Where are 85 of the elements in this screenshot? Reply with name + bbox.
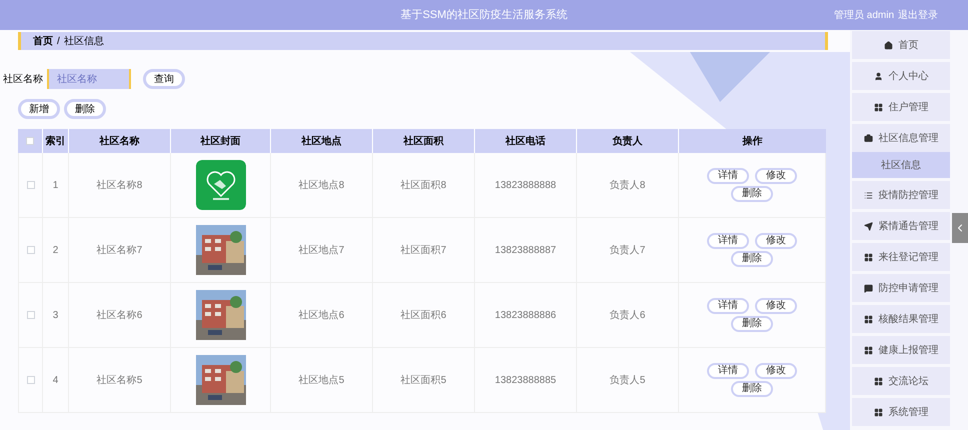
table-cell-text: 社区名称5: [96, 374, 142, 388]
edit-button[interactable]: 修改: [755, 168, 797, 184]
column-header: 社区封面: [200, 134, 240, 148]
table-cell-text: 13823888885: [494, 374, 556, 388]
paper-plane-icon: [864, 222, 872, 230]
sidebar-item[interactable]: 个人中心: [852, 62, 950, 90]
row-checkbox[interactable]: [26, 376, 34, 384]
column-header: 社区地点: [302, 134, 342, 148]
delete-button[interactable]: 删除: [731, 316, 773, 332]
search-button[interactable]: 查询: [143, 69, 185, 89]
breadcrumb-link[interactable]: 首页: [33, 34, 53, 48]
sidebar-item[interactable]: 社区信息管理: [852, 124, 950, 152]
grid-icon: [874, 376, 882, 386]
table-cell-text: 负责人5: [610, 374, 646, 388]
details-button[interactable]: 详情: [707, 168, 749, 184]
table-cell-text: 社区地点5: [298, 374, 344, 388]
edit-button[interactable]: 修改: [755, 233, 797, 249]
table-cell-text: 3: [52, 308, 58, 322]
select-all-checkbox[interactable]: [26, 137, 34, 145]
briefcase-icon: [864, 134, 872, 142]
sidebar-item[interactable]: 住户管理: [852, 93, 950, 121]
table-cell-text: 社区名称6: [96, 308, 142, 322]
table-cell-text: 13823888886: [494, 308, 556, 322]
table-cell-text: 1: [52, 178, 58, 192]
breadcrumb-separator: /: [57, 34, 60, 48]
sidebar-subitem[interactable]: 社区信息: [852, 152, 950, 178]
app-title: 基于SSM的社区防疫生活服务系统: [400, 8, 568, 21]
table-cell-text: 社区地点7: [298, 244, 344, 258]
row-checkbox[interactable]: [26, 181, 34, 189]
row-checkbox[interactable]: [26, 246, 34, 254]
edit-button[interactable]: 修改: [755, 298, 797, 314]
table-cell-text: 负责人8: [610, 178, 646, 192]
search-field[interactable]: 社区名称: [47, 69, 131, 89]
list-icon: [864, 190, 872, 200]
column-header: 社区电话: [506, 134, 546, 148]
sidebar-item[interactable]: 疫情防控管理: [852, 181, 950, 209]
grid-icon: [864, 346, 872, 354]
grid-icon: [874, 408, 882, 416]
details-button[interactable]: 详情: [707, 298, 749, 314]
table-cell-text: 负责人7: [610, 244, 646, 258]
sidebar-item[interactable]: 交流论坛: [852, 367, 950, 395]
user-icon: [874, 72, 882, 80]
table-cell-text: 社区面积6: [400, 308, 446, 322]
sidebar-item[interactable]: 紧情通告管理: [852, 212, 950, 240]
table-cell-text: 2: [52, 244, 58, 258]
grid-icon: [874, 102, 882, 112]
sidebar-item[interactable]: 核酸结果管理: [852, 305, 950, 333]
details-button[interactable]: 详情: [707, 363, 749, 379]
row-checkbox[interactable]: [26, 311, 34, 319]
table-cell-text: 社区地点6: [298, 308, 344, 322]
sidebar-item[interactable]: 来往登记管理: [852, 243, 950, 271]
delete-button[interactable]: 删除: [731, 251, 773, 267]
table-cell-text: 4: [52, 374, 58, 388]
edit-button[interactable]: 修改: [755, 363, 797, 379]
delete-button[interactable]: 删除: [64, 99, 106, 119]
column-header: 社区名称: [100, 134, 140, 148]
table-cell-text: 社区名称7: [96, 244, 142, 258]
breadcrumb-current: 社区信息: [64, 34, 104, 48]
home-icon: [884, 40, 892, 50]
table-cell-text: 社区面积7: [400, 244, 446, 258]
column-header: 社区面积: [404, 134, 444, 148]
table-cell-text: 社区面积5: [400, 374, 446, 388]
sidebar-item[interactable]: 首页: [852, 31, 950, 59]
table-cell-text: 社区名称8: [96, 178, 142, 192]
sidebar-item[interactable]: 系统管理: [852, 398, 950, 426]
user-label: 管理员 admin: [834, 8, 894, 22]
collapse-handle[interactable]: [952, 213, 968, 243]
sidebar-item[interactable]: 防控申请管理: [852, 274, 950, 302]
sidebar-item[interactable]: 健康上报管理: [852, 336, 950, 364]
delete-button[interactable]: 删除: [731, 381, 773, 397]
details-button[interactable]: 详情: [707, 233, 749, 249]
column-header: 操作: [742, 134, 762, 148]
table-cell-text: 社区地点8: [298, 178, 344, 192]
table-cell-text: 13823888887: [494, 244, 556, 258]
grid-icon: [864, 252, 872, 262]
search-label: 社区名称: [3, 72, 43, 86]
grid-icon: [864, 314, 872, 324]
delete-button[interactable]: 删除: [731, 186, 773, 202]
table-cell-text: 负责人6: [610, 308, 646, 322]
table-cell-text: 13823888888: [494, 178, 556, 192]
column-header: 负责人: [612, 134, 642, 148]
add-button[interactable]: 新增: [18, 99, 60, 119]
column-header: 索引: [46, 134, 66, 148]
table-cell-text: 社区面积8: [400, 178, 446, 192]
message-icon: [864, 284, 872, 292]
